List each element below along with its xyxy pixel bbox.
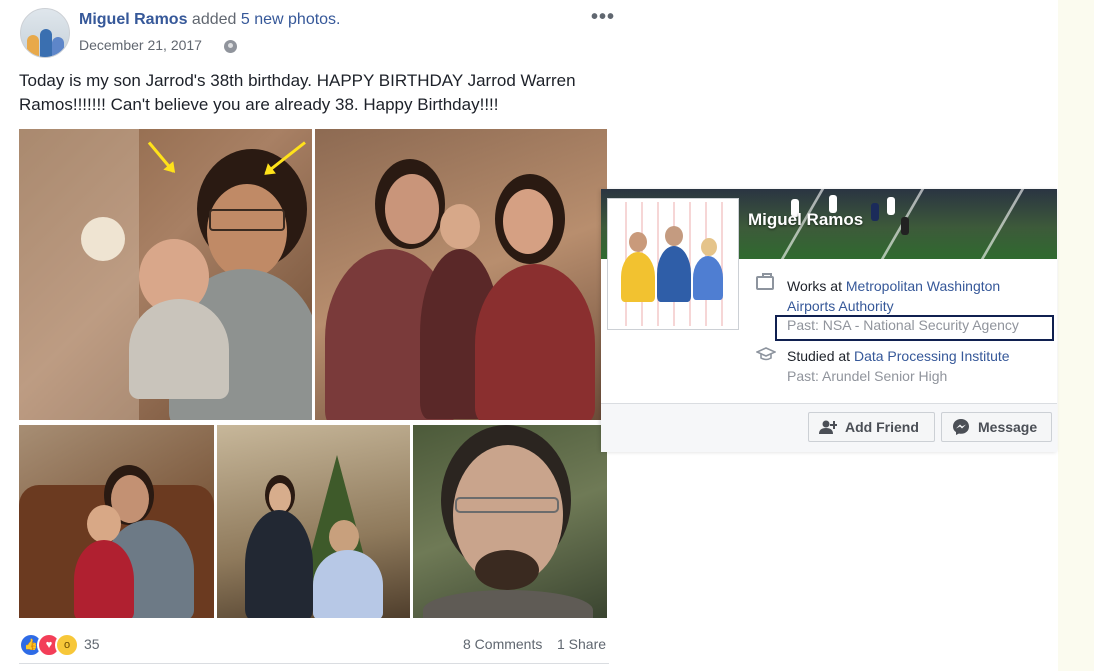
photo-2[interactable]	[315, 129, 607, 420]
education-info: Studied at Data Processing Institute	[787, 346, 1010, 366]
comments-count[interactable]: 8 Comments	[463, 636, 542, 652]
divider	[19, 663, 609, 664]
works-prefix: Works at	[787, 278, 842, 294]
graduation-cap-icon	[756, 347, 776, 361]
photos-link[interactable]: 5 new photos.	[241, 11, 341, 28]
studied-prefix: Studied at	[787, 348, 851, 364]
post-text: Today is my son Jarrod's 38th birthday. …	[19, 71, 576, 114]
post-header: Miguel Ramos added 5 new photos.	[79, 11, 341, 29]
message-button[interactable]: Message	[941, 412, 1052, 442]
briefcase-icon	[756, 273, 774, 290]
post-date[interactable]: December 21, 2017	[79, 37, 202, 53]
author-name[interactable]: Miguel Ramos	[79, 11, 187, 28]
work-info: Works at Metropolitan Washington Airport…	[787, 276, 1047, 316]
globe-icon[interactable]	[224, 40, 237, 53]
more-options-icon[interactable]: •••	[591, 6, 615, 29]
photo-4[interactable]	[217, 425, 410, 618]
add-friend-button[interactable]: Add Friend	[808, 412, 935, 442]
messenger-icon	[953, 419, 969, 435]
profile-hover-card: Miguel Ramos Works at Metropolitan Washi…	[601, 189, 1057, 452]
author-avatar[interactable]	[20, 8, 70, 58]
post-action: added	[191, 11, 237, 28]
reaction-count[interactable]: 35	[84, 636, 100, 652]
photo-5[interactable]	[413, 425, 607, 618]
add-friend-icon	[819, 420, 837, 434]
photo-3[interactable]	[19, 425, 214, 618]
message-label: Message	[978, 419, 1038, 435]
card-actions: Add Friend Message	[601, 403, 1057, 452]
studied-past: Past: Arundel Senior High	[787, 368, 948, 384]
profile-picture[interactable]	[607, 198, 739, 330]
highlight-annotation	[775, 315, 1054, 341]
studied-org-link[interactable]: Data Processing Institute	[854, 348, 1010, 364]
shares-count[interactable]: 1 Share	[557, 636, 606, 652]
photo-1[interactable]	[19, 129, 312, 420]
card-name[interactable]: Miguel Ramos	[748, 210, 863, 230]
wow-icon[interactable]: o	[55, 633, 79, 657]
add-friend-label: Add Friend	[845, 419, 919, 435]
